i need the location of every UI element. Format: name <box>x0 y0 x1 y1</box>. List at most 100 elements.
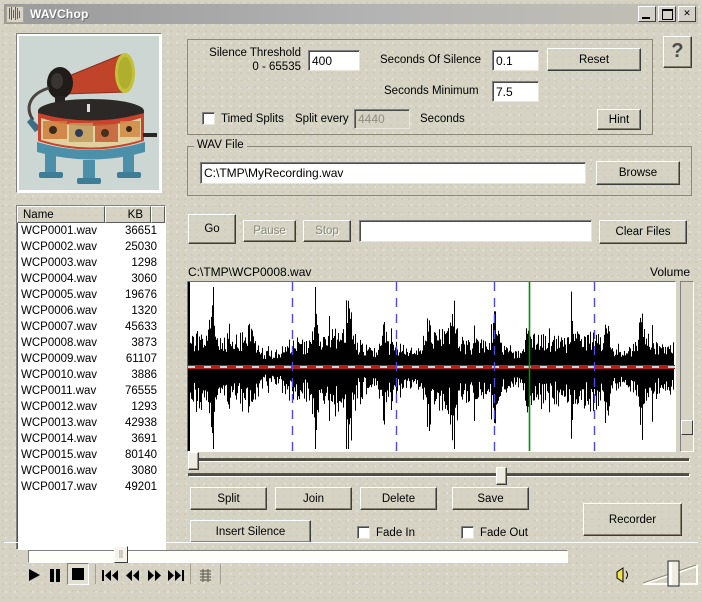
file-size-cell: 36651 <box>125 225 157 237</box>
file-size-cell: 3886 <box>131 369 157 381</box>
table-row[interactable]: WCP0008.wav 3873 <box>17 335 165 351</box>
volume-label: Volume <box>650 265 691 279</box>
waveform-zoom-track[interactable] <box>188 473 690 477</box>
clear-files-button[interactable]: Clear Files <box>599 220 687 244</box>
file-size-cell: 61107 <box>125 353 157 365</box>
seconds-minimum-label: Seconds Minimum <box>384 85 479 97</box>
save-button[interactable]: Save <box>452 487 529 510</box>
table-row[interactable]: WCP0016.wav 3080 <box>17 463 165 479</box>
progress-bar <box>359 220 592 242</box>
volume-slider[interactable] <box>642 558 700 588</box>
skip-back-icon[interactable] <box>100 565 120 585</box>
file-list-header: Name KB <box>17 206 165 223</box>
join-button[interactable]: Join <box>275 487 352 510</box>
title-bar: WAVChop ✕ <box>4 4 698 24</box>
go-button[interactable]: Go <box>188 214 236 244</box>
table-row[interactable]: WCP0011.wav 76555 <box>17 383 165 399</box>
timed-splits-checkbox[interactable] <box>202 112 215 125</box>
file-name-cell: WCP0009.wav <box>21 353 98 365</box>
gramophone-image <box>19 36 159 190</box>
table-row[interactable]: WCP0013.wav 42938 <box>17 415 165 431</box>
wav-file-group-title: WAV File <box>194 139 247 151</box>
stop-button-player[interactable] <box>67 563 89 585</box>
recorder-button[interactable]: Recorder <box>583 503 682 536</box>
fade-out-checkbox[interactable] <box>461 526 474 539</box>
pause-button-player[interactable] <box>45 565 65 585</box>
waveform-display[interactable] <box>187 281 676 452</box>
waveform-zoom-thumb[interactable] <box>496 467 507 485</box>
seconds-minimum-input[interactable]: 7.5 <box>492 81 539 102</box>
skip-forward-icon[interactable] <box>166 565 186 585</box>
column-header-kb[interactable]: KB <box>105 206 151 223</box>
pause-button[interactable]: Pause <box>243 220 296 242</box>
table-row[interactable]: WCP0010.wav 3886 <box>17 367 165 383</box>
file-name-cell: WCP0011.wav <box>21 385 97 397</box>
seconds-of-silence-input[interactable]: 0.1 <box>492 50 539 71</box>
window-title: WAVChop <box>30 7 89 21</box>
player-separator-2 <box>190 564 191 584</box>
table-row[interactable]: WCP0001.wav 36651 <box>17 223 165 239</box>
table-row[interactable]: WCP0017.wav 49201 <box>17 479 165 495</box>
file-name-cell: WCP0014.wav <box>21 433 98 445</box>
file-name-cell: WCP0013.wav <box>21 417 98 429</box>
file-size-cell: 45633 <box>125 321 157 333</box>
file-name-cell: WCP0007.wav <box>21 321 98 333</box>
file-name-cell: WCP0015.wav <box>21 449 98 461</box>
column-header-name[interactable]: Name <box>17 206 105 223</box>
table-row[interactable]: WCP0006.wav 1320 <box>17 303 165 319</box>
file-name-cell: WCP0017.wav <box>21 481 98 493</box>
table-row[interactable]: WCP0009.wav 61107 <box>17 351 165 367</box>
window-controls: ✕ <box>638 6 698 22</box>
file-size-cell: 3060 <box>131 273 157 285</box>
file-size-cell: 3691 <box>131 433 157 445</box>
waveform-scroll-thumb[interactable] <box>188 452 199 470</box>
insert-silence-button[interactable]: Insert Silence <box>190 520 311 543</box>
file-list[interactable]: Name KB WCP0001.wav 36651 WCP0002.wav 25030… <box>16 205 166 550</box>
speaker-icon[interactable] <box>612 565 634 585</box>
fast-forward-icon[interactable] <box>144 565 164 585</box>
table-row[interactable]: WCP0004.wav 3060 <box>17 271 165 287</box>
table-row[interactable]: WCP0002.wav 25030 <box>17 239 165 255</box>
stop-button[interactable]: Stop <box>303 220 351 242</box>
player-separator-1 <box>95 564 96 584</box>
playlist-icon[interactable] <box>196 565 216 585</box>
file-name-cell: WCP0006.wav <box>21 305 98 317</box>
table-row[interactable]: WCP0015.wav 80140 <box>17 447 165 463</box>
table-row[interactable]: WCP0014.wav 3691 <box>17 431 165 447</box>
file-size-cell: 25030 <box>125 241 157 253</box>
wav-file-path-input[interactable]: C:\TMP\MyRecording.wav <box>200 162 586 184</box>
hint-button[interactable]: Hint <box>597 109 641 130</box>
file-size-cell: 3873 <box>131 337 157 349</box>
column-header-extra[interactable] <box>151 206 165 223</box>
close-button[interactable]: ✕ <box>678 6 696 22</box>
waveform-icon <box>6 5 24 23</box>
waveform-scroll-track[interactable] <box>188 458 690 462</box>
file-size-cell: 1320 <box>131 305 157 317</box>
help-button[interactable]: ? <box>663 36 692 68</box>
seconds-of-silence-label: Seconds Of Silence <box>380 54 482 66</box>
delete-button[interactable]: Delete <box>360 487 437 510</box>
file-size-cell: 1298 <box>131 257 157 269</box>
reset-button[interactable]: Reset <box>547 48 641 71</box>
table-row[interactable]: WCP0003.wav 1298 <box>17 255 165 271</box>
silence-threshold-input[interactable]: 400 <box>308 50 360 71</box>
browse-button[interactable]: Browse <box>596 161 680 185</box>
split-button[interactable]: Split <box>190 487 267 510</box>
file-list-body: WCP0001.wav 36651 WCP0002.wav 25030 WCP0003.… <box>17 223 165 495</box>
table-row[interactable]: WCP0007.wav 45633 <box>17 319 165 335</box>
minimize-button[interactable] <box>638 6 656 22</box>
maximize-button[interactable] <box>658 6 676 22</box>
player-position-track[interactable] <box>28 550 568 563</box>
waveform-vertical-scrollbar[interactable] <box>680 281 694 452</box>
waveform-vscroll-thumb[interactable] <box>681 420 693 435</box>
rewind-icon[interactable] <box>122 565 142 585</box>
split-every-input[interactable]: 4440 <box>354 109 410 129</box>
table-row[interactable]: WCP0012.wav 1293 <box>17 399 165 415</box>
play-button[interactable] <box>23 565 45 585</box>
fade-in-checkbox[interactable] <box>357 526 370 539</box>
table-row[interactable]: WCP0005.wav 19676 <box>17 287 165 303</box>
file-size-cell: 1293 <box>131 401 157 413</box>
file-size-cell: 42938 <box>125 417 157 429</box>
file-name-cell: WCP0016.wav <box>21 465 98 477</box>
player-position-thumb[interactable]: ⣿ <box>114 546 128 563</box>
